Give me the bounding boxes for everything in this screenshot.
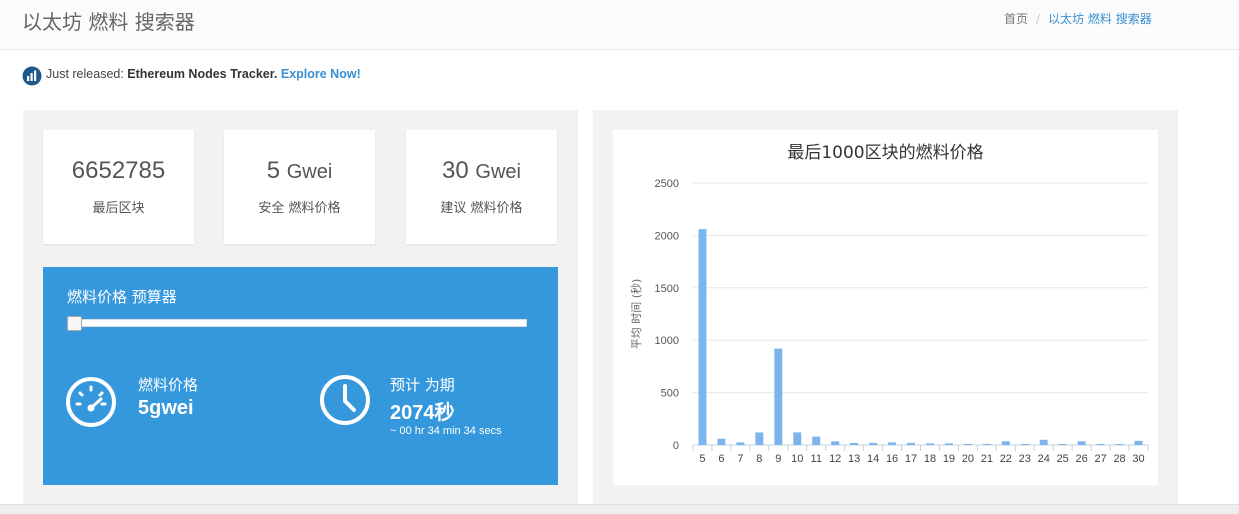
last-block-value: 6652785 xyxy=(43,157,194,185)
top-header: 以太坊 燃料 搜索器 首页 / 以太坊 燃料 搜索器 xyxy=(0,0,1239,50)
x-tick-label: 18 xyxy=(924,453,936,465)
x-tick-label: 14 xyxy=(867,453,879,465)
gas-price-value: 5gwei xyxy=(138,397,194,419)
announcement-highlight: Ethereum Nodes Tracker. xyxy=(127,67,278,81)
breadcrumb-separator: / xyxy=(1036,12,1041,26)
x-tick-label: 20 xyxy=(962,453,974,465)
bar-17 xyxy=(907,442,916,445)
y-axis-label: 平均 时间 (秒) xyxy=(629,279,643,350)
chart-plot-area: 0 500 1000 1500 2000 2500 平均 时间 (秒) 5 6 7 8 9 10 11 12… xyxy=(629,178,1149,465)
y-tick-label: 0 xyxy=(673,440,679,452)
bar-14 xyxy=(869,442,878,445)
last-block-card: 6652785 最后区块 xyxy=(43,130,194,244)
bar-28 xyxy=(1115,443,1124,445)
bar-11 xyxy=(812,436,821,445)
clock-icon xyxy=(320,375,370,425)
last-block-number: 6652785 xyxy=(71,157,166,184)
last-block-label: 最后区块 xyxy=(92,201,145,216)
bar-13 xyxy=(850,442,859,445)
bar-21 xyxy=(982,443,991,445)
x-tick-label: 13 xyxy=(848,453,860,465)
bottom-strip xyxy=(0,504,1239,514)
gas-price-calculator: 燃料价格 预算器 燃料价格 5gwei 预计 为期 2074秒 ~ 00 hr … xyxy=(43,267,558,485)
x-tick-label: 27 xyxy=(1094,453,1106,465)
x-tick-label: 7 xyxy=(737,453,743,465)
bar-27 xyxy=(1096,443,1105,445)
x-tick-label: 8 xyxy=(756,453,762,465)
x-tick-label: 19 xyxy=(943,453,955,465)
safe-gas-price-unit: Gwei xyxy=(286,161,333,183)
x-tick-label: 26 xyxy=(1076,453,1088,465)
recommended-gas-price-number: 30 xyxy=(442,157,469,184)
bar-18 xyxy=(925,443,934,445)
recommended-gas-price-unit: Gwei xyxy=(475,161,521,183)
bar-16 xyxy=(888,442,897,445)
y-tick-label: 500 xyxy=(661,388,679,400)
speedometer-icon xyxy=(66,377,116,427)
x-tick-label: 17 xyxy=(905,453,917,465)
bar-22 xyxy=(1001,441,1010,445)
bar-25 xyxy=(1058,443,1067,445)
gas-price-chart: 最后1000区块的燃料价格 0 500 1000 1500 2000 2500 平均 时间 … xyxy=(613,130,1158,485)
bar-19 xyxy=(944,443,953,445)
breadcrumb-home[interactable]: 首页 xyxy=(1004,12,1028,26)
page-title: 以太坊 燃料 搜索器 xyxy=(22,10,195,34)
bar-12 xyxy=(831,441,840,445)
gas-price-label: 燃料价格 xyxy=(138,376,199,394)
recommended-gas-price-card: 30 Gwei 建议 燃料价格 xyxy=(406,130,557,244)
x-tick-label: 22 xyxy=(1000,453,1012,465)
breadcrumb-current[interactable]: 以太坊 燃料 搜索器 xyxy=(1048,12,1152,26)
bar-8 xyxy=(755,432,764,445)
x-tick-label: 6 xyxy=(718,453,724,465)
bar-6 xyxy=(717,438,726,445)
bar-26 xyxy=(1077,441,1086,445)
explore-now-link[interactable]: Explore Now! xyxy=(281,67,361,81)
bar-30 xyxy=(1134,440,1143,445)
y-tick-label: 2000 xyxy=(655,230,679,242)
safe-gas-price-card: 5 Gwei 安全 燃料价格 xyxy=(224,130,375,244)
y-tick-label: 1000 xyxy=(655,335,679,347)
estimated-time-value: 2074秒 xyxy=(390,402,455,424)
x-tick-label: 30 xyxy=(1132,453,1144,465)
bar-24 xyxy=(1039,439,1048,445)
announcement-text: Just released: Ethereum Nodes Tracker. E… xyxy=(46,67,361,81)
x-tick-label: 23 xyxy=(1019,453,1031,465)
recommended-gas-price-value: 30 Gwei xyxy=(406,157,557,185)
x-tick-label: 12 xyxy=(829,453,841,465)
y-tick-label: 1500 xyxy=(655,283,679,295)
x-tick-label: 16 xyxy=(886,453,898,465)
x-tick-label: 10 xyxy=(791,453,803,465)
left-panel: 6652785 最后区块 5 Gwei 安全 燃料价格 30 Gwei 建议 燃… xyxy=(23,110,578,514)
announcement-prefix: Just released: xyxy=(46,67,128,81)
right-panel: 最后1000区块的燃料价格 0 500 1000 1500 2000 2500 平均 时间 … xyxy=(593,110,1178,514)
bar-20 xyxy=(963,443,972,445)
x-tick-label: 21 xyxy=(981,453,993,465)
bar-9 xyxy=(774,348,783,445)
x-tick-label: 28 xyxy=(1113,453,1125,465)
etherchain-logo-icon xyxy=(22,66,42,86)
safe-gas-price-label: 安全 燃料价格 xyxy=(258,201,341,216)
bar-23 xyxy=(1020,443,1029,445)
recommended-gas-price-label: 建议 燃料价格 xyxy=(440,201,523,216)
x-tick-label: 25 xyxy=(1057,453,1069,465)
estimated-time-label: 预计 为期 xyxy=(390,376,455,394)
x-tick-label: 9 xyxy=(775,453,781,465)
calculator-title: 燃料价格 预算器 xyxy=(67,288,177,306)
y-tick-label: 2500 xyxy=(655,178,679,190)
bar-10 xyxy=(793,432,802,445)
x-tick-label: 11 xyxy=(811,453,822,465)
gas-price-slider-track[interactable] xyxy=(69,319,527,327)
breadcrumb: 首页 / 以太坊 燃料 搜索器 xyxy=(1004,10,1152,27)
bar-5 xyxy=(698,229,707,445)
x-tick-label: 24 xyxy=(1038,453,1050,465)
estimated-time-detail: ~ 00 hr 34 min 34 secs xyxy=(390,425,502,437)
safe-gas-price-value: 5 Gwei xyxy=(224,157,375,185)
safe-gas-price-number: 5 xyxy=(266,157,281,184)
gas-price-slider-handle[interactable] xyxy=(67,316,82,331)
x-tick-label: 5 xyxy=(699,453,705,465)
bar-7 xyxy=(736,442,745,445)
